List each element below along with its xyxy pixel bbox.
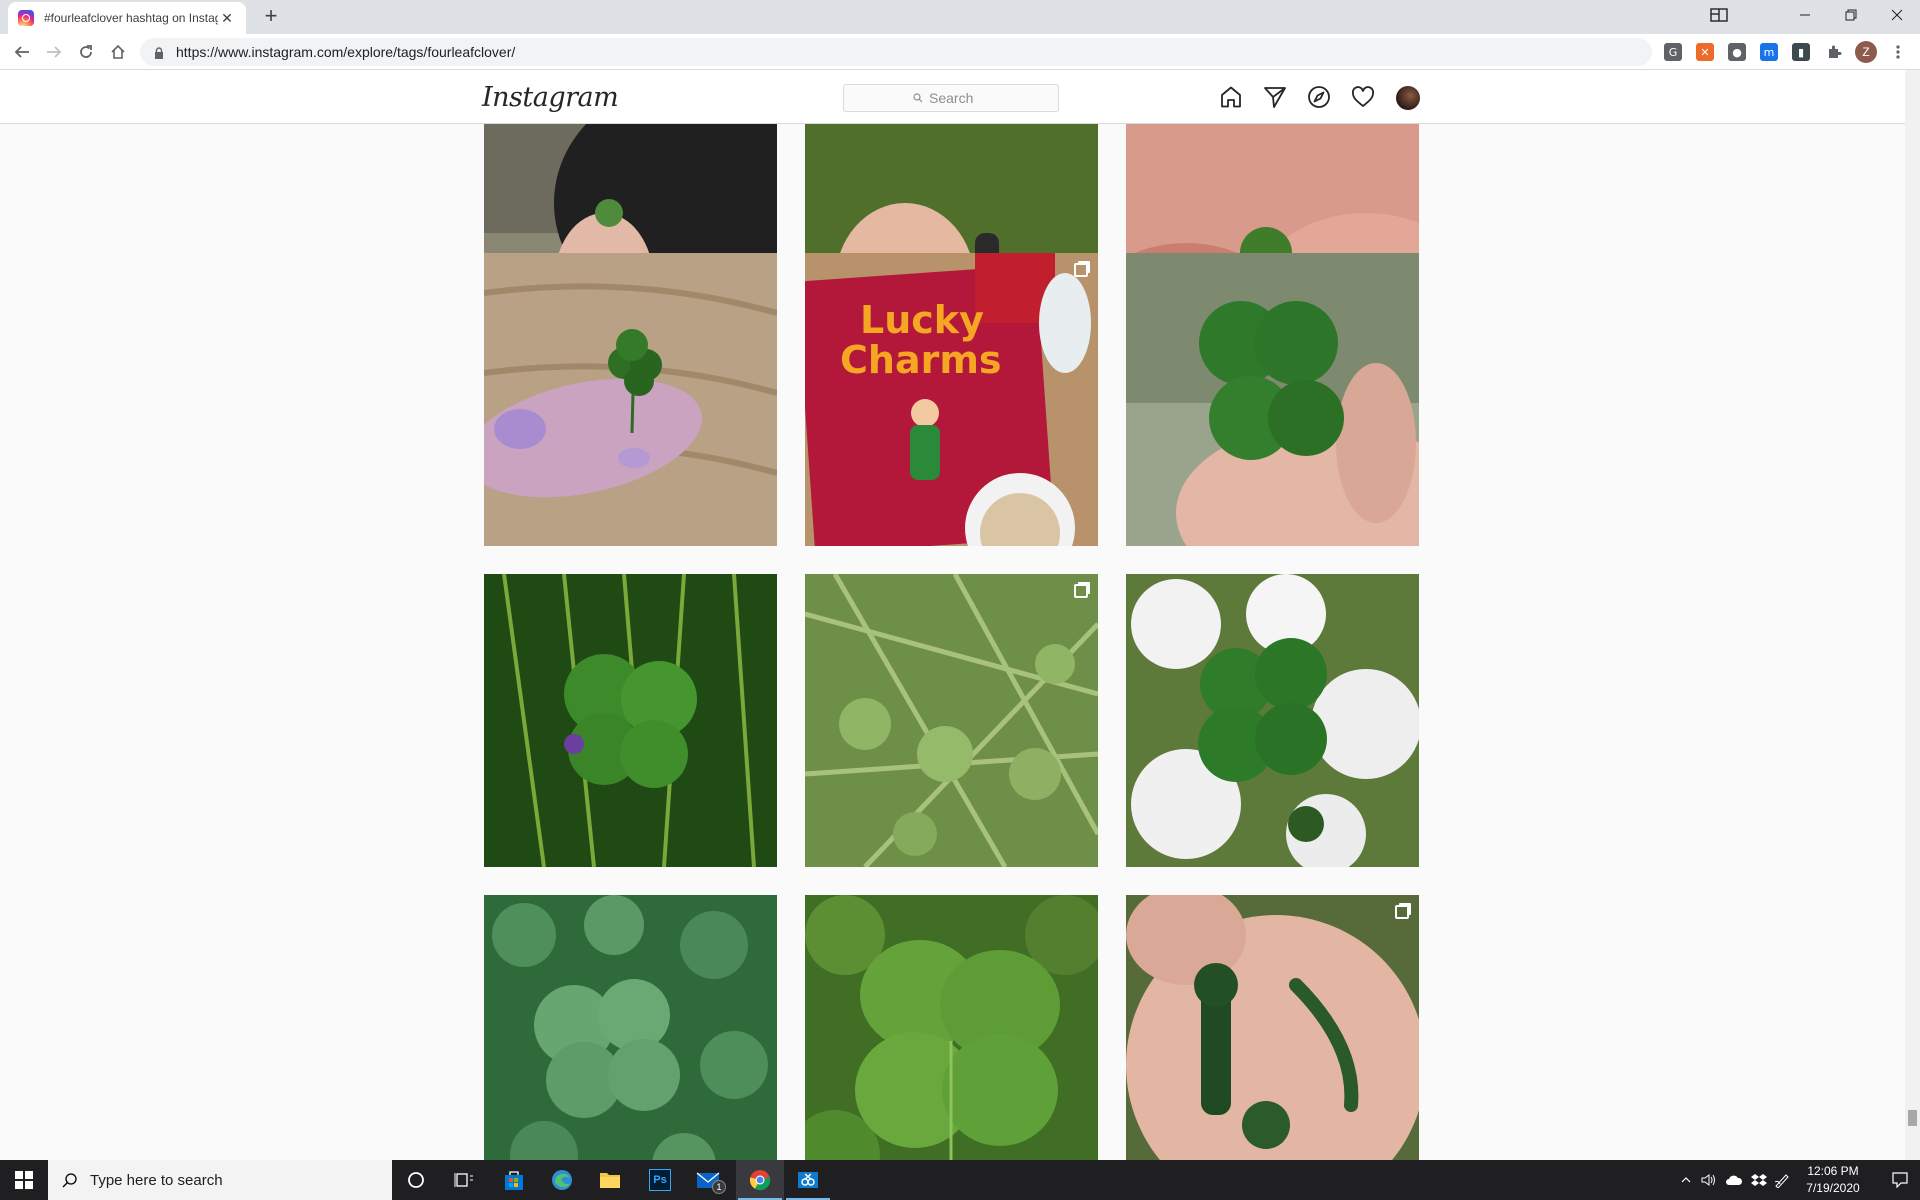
g-extension-icon[interactable]: G — [1664, 43, 1682, 61]
post-image — [1126, 253, 1419, 546]
snipping-tool-icon[interactable] — [784, 1160, 832, 1200]
post-tile[interactable] — [805, 895, 1098, 1160]
scrollbar-thumb[interactable] — [1908, 1110, 1917, 1126]
extensions-puzzle-icon[interactable] — [1820, 38, 1848, 66]
multiple-photos-icon — [1074, 584, 1088, 598]
browser-tabstrip: #fourleafclover hashtag on Instag ✕ + — [0, 0, 1920, 34]
reload-icon[interactable] — [72, 38, 100, 66]
back-icon[interactable] — [8, 38, 36, 66]
dropbox-icon[interactable] — [1748, 1160, 1770, 1200]
forward-icon[interactable] — [40, 38, 68, 66]
onedrive-cloud-icon[interactable] — [1722, 1160, 1746, 1200]
action-center-notification-icon[interactable] — [1880, 1160, 1920, 1200]
windows-start-icon[interactable] — [0, 1160, 48, 1200]
taskbar-search-input[interactable] — [90, 1171, 370, 1189]
dark-extension-icon[interactable]: ▮ — [1792, 43, 1810, 61]
mail-icon[interactable]: 1 — [684, 1160, 732, 1200]
clock-date: 7/19/2020 — [1806, 1181, 1860, 1195]
search-icon — [62, 1173, 77, 1188]
post-image — [484, 253, 777, 546]
address-bar[interactable]: https://www.instagram.com/explore/tags/f… — [140, 38, 1652, 66]
instagram-header: Instagram — [0, 70, 1905, 124]
browser-menu-icon[interactable] — [1884, 38, 1912, 66]
post-tile[interactable] — [1126, 574, 1419, 867]
activity-heart-icon[interactable] — [1350, 84, 1376, 110]
post-image — [484, 895, 777, 1160]
windows-taskbar: Ps 1 12:06 PM 7/19/2020 — [0, 1160, 1920, 1200]
tab-search-icon[interactable] — [1696, 0, 1742, 30]
new-tab-button[interactable]: + — [258, 4, 284, 30]
close-window-icon[interactable] — [1874, 0, 1920, 30]
instagram-favicon-icon — [18, 10, 34, 26]
clock-time: 12:06 PM — [1807, 1164, 1859, 1178]
url-text: https://www.instagram.com/explore/tags/f… — [176, 44, 516, 60]
chrome-icon[interactable] — [736, 1160, 784, 1200]
instagram-logo[interactable]: Instagram — [482, 82, 619, 113]
post-tile[interactable] — [484, 574, 777, 867]
multiple-photos-icon — [1395, 905, 1409, 919]
search-box[interactable] — [843, 84, 1059, 112]
multiple-photos-icon — [1074, 263, 1088, 277]
post-image: Lucky Charms — [805, 253, 1098, 546]
taskbar-clock[interactable]: 12:06 PM 7/19/2020 — [1790, 1163, 1876, 1197]
post-grid: Lucky Charms — [484, 124, 1420, 1160]
post-tile[interactable] — [484, 253, 777, 546]
profile-avatar[interactable] — [1396, 86, 1420, 110]
post-tile[interactable] — [1126, 253, 1419, 546]
browser-toolbar: https://www.instagram.com/explore/tags/f… — [0, 34, 1920, 70]
page-scrollbar[interactable] — [1905, 70, 1920, 1160]
post-tile[interactable] — [805, 574, 1098, 867]
post-tile[interactable]: Lucky Charms — [805, 253, 1098, 546]
search-icon — [913, 93, 923, 103]
home-icon[interactable] — [1218, 84, 1244, 110]
close-tab-icon[interactable]: ✕ — [218, 10, 236, 27]
lock-icon — [154, 46, 164, 59]
lucky-text: Lucky — [860, 298, 984, 342]
post-image — [805, 895, 1098, 1160]
blue-extension-icon[interactable]: m — [1760, 43, 1778, 61]
home-button-icon[interactable] — [104, 38, 132, 66]
post-image — [1126, 574, 1419, 867]
tab-title: #fourleafclover hashtag on Instag — [44, 11, 218, 25]
task-view-icon[interactable] — [440, 1160, 488, 1200]
mail-badge: 1 — [712, 1180, 726, 1194]
orange-extension-icon[interactable]: ✕ — [1696, 43, 1714, 61]
post-image — [805, 574, 1098, 867]
charms-text: Charms — [840, 338, 1002, 382]
search-input[interactable] — [929, 90, 989, 106]
profile-initial: Z — [1855, 41, 1877, 63]
cortana-icon[interactable] — [392, 1160, 440, 1200]
pen-ink-icon[interactable] — [1772, 1160, 1792, 1200]
file-explorer-icon[interactable] — [586, 1160, 634, 1200]
post-image — [1126, 895, 1419, 1160]
edge-browser-icon[interactable] — [538, 1160, 586, 1200]
post-image — [484, 574, 777, 867]
circle-extension-icon[interactable]: ● — [1728, 43, 1746, 61]
profile-button[interactable]: Z — [1852, 38, 1880, 66]
minimize-icon[interactable] — [1782, 0, 1828, 30]
post-tile[interactable] — [484, 895, 777, 1160]
show-hidden-icons-chevron-icon[interactable] — [1676, 1160, 1696, 1200]
explore-icon[interactable] — [1306, 84, 1332, 110]
photoshop-icon[interactable]: Ps — [636, 1160, 684, 1200]
post-tile[interactable] — [1126, 895, 1419, 1160]
restore-icon[interactable] — [1828, 0, 1874, 30]
microsoft-store-icon[interactable] — [490, 1160, 538, 1200]
taskbar-search-box[interactable] — [48, 1160, 392, 1200]
direct-message-icon[interactable] — [1262, 84, 1288, 110]
volume-icon[interactable] — [1698, 1160, 1720, 1200]
browser-tab[interactable]: #fourleafclover hashtag on Instag ✕ — [8, 2, 246, 34]
